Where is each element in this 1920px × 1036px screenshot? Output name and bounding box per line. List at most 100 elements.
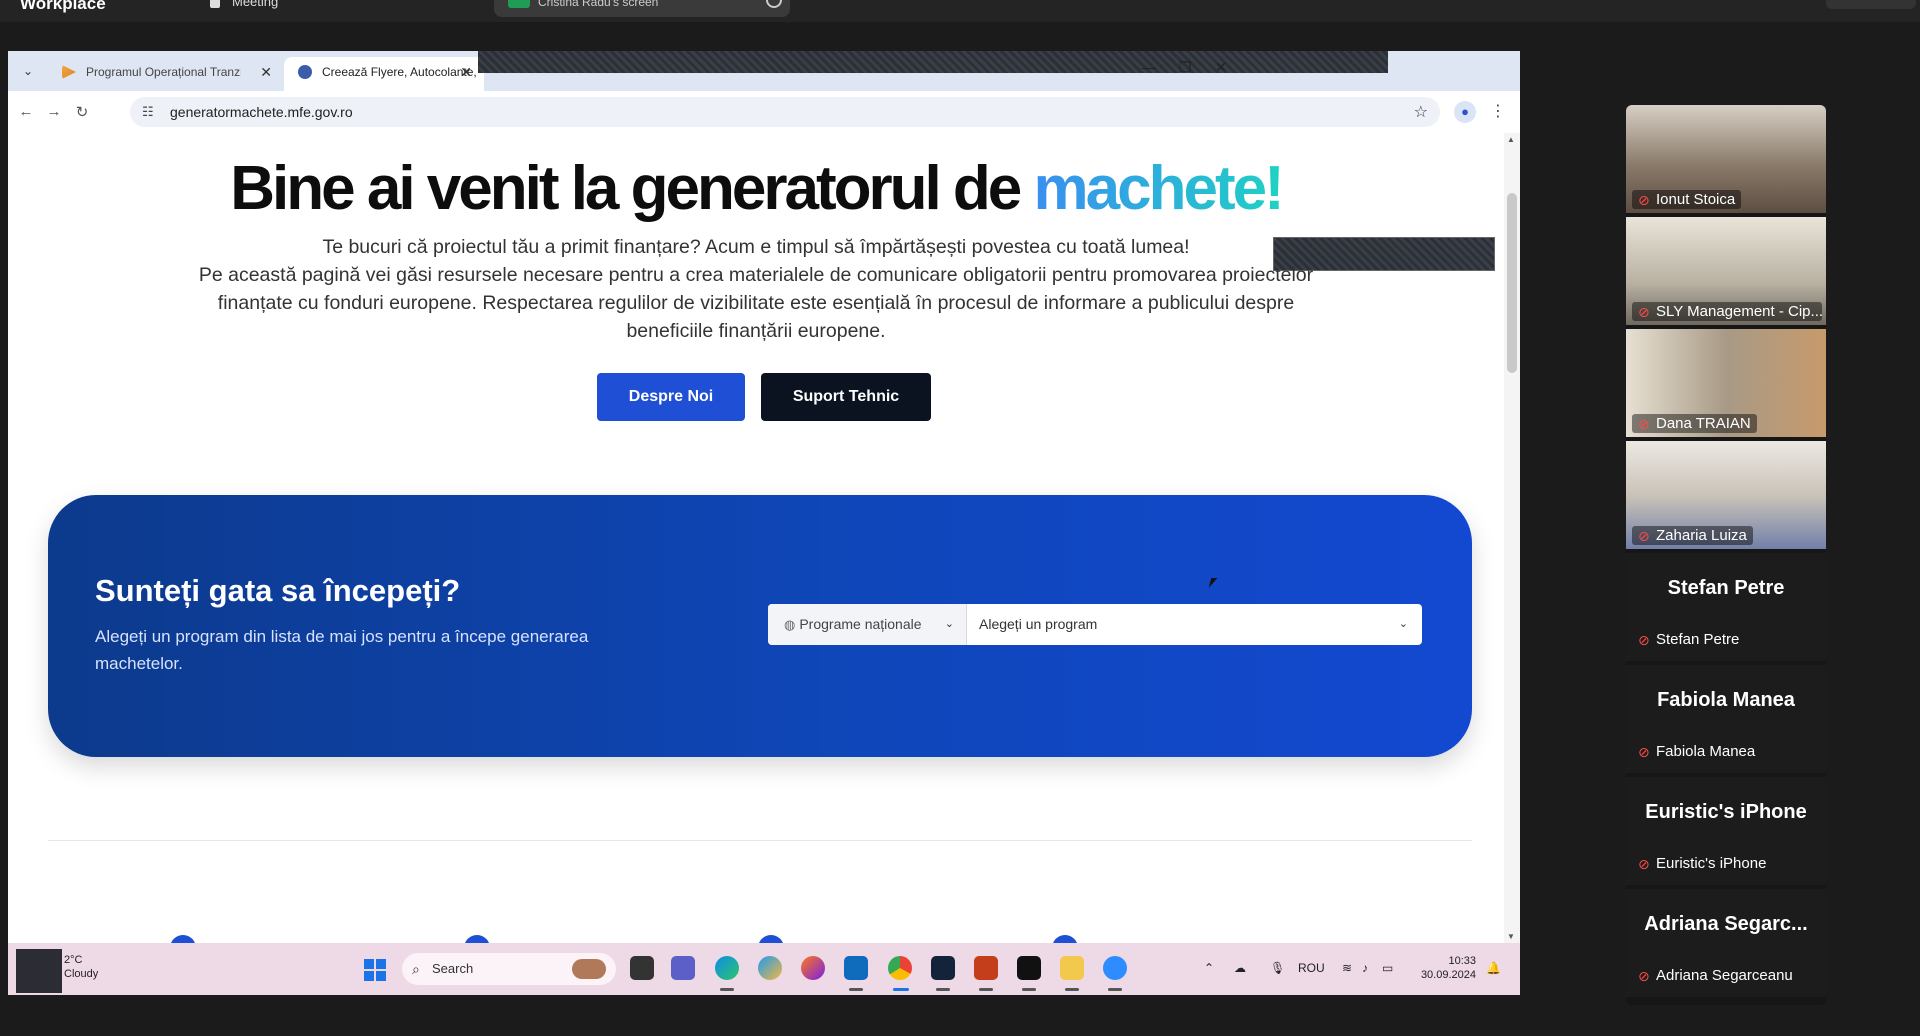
participant-tile[interactable]: Fabiola Manea ⊘ Fabiola Manea [1626,665,1826,775]
outlook-icon[interactable] [844,956,868,980]
workplace-app-icon[interactable] [931,956,955,980]
windows-taskbar: 2°C Cloudy ⌕ Search ⌃ ☁ 🎙 ROU ≋ ♪ ▭ 10:3… [8,943,1520,995]
restore-icon[interactable]: ❐ [1170,59,1200,76]
search-highlight-icon [572,959,606,979]
participant-tile[interactable]: Stefan Petre ⊘ Stefan Petre [1626,553,1826,663]
program-select[interactable]: Alegeți un program ⌄ [967,604,1422,645]
address-bar[interactable]: ☷ generatormachete.mfe.gov.ro ☆ [130,97,1440,127]
hero-line-2: Pe această pagină vei găsi resursele nec… [198,264,1314,342]
scroll-thumb[interactable] [1507,193,1517,373]
task-view-icon[interactable] [630,956,654,980]
workplace-right-control[interactable] [1826,0,1916,9]
search-icon: ⌕ [412,961,420,977]
running-indicator [849,988,863,991]
workplace-topbar: Workplace Meeting Cristina Radu's screen [0,0,1920,22]
language-indicator[interactable]: ROU [1298,961,1325,975]
weather-widget[interactable]: 2°C Cloudy [64,953,98,981]
minimize-icon[interactable]: — [1134,59,1164,75]
presenter-avatar [508,0,530,8]
back-icon[interactable]: ← [16,103,36,120]
feature-icon [464,935,490,943]
participants-panel: ⊘ Ionut Stoica ⊘ SLY Management - Cip... ⊘… [1626,105,1826,1005]
tab-close-icon[interactable]: ✕ [460,57,472,87]
weather-widget-icon[interactable] [16,949,62,993]
mic-muted-icon: ⊘ [1638,632,1650,648]
participant-name: ⊘ Zaharia Luiza [1632,526,1753,545]
web-page: Bine ai venit la generatorul de machete!… [8,133,1504,943]
notifications-icon[interactable]: 🔔 [1486,961,1501,975]
page-scrollbar[interactable]: ▲ ▼ [1504,133,1520,943]
workplace-title: Workplace [20,0,106,13]
hero-title: Bine ai venit la generatorul de machete! [8,153,1504,224]
scroll-down-icon[interactable]: ▼ [1507,932,1515,941]
onedrive-icon[interactable]: ☁ [1234,961,1246,975]
participant-tile[interactable]: Adriana Segarc... ⊘ Adriana Segarceanu [1626,889,1826,999]
screen-share-banner[interactable]: Cristina Radu's screen [494,0,790,17]
zoom-icon[interactable] [1103,956,1127,980]
desktop: Workplace Meeting Cristina Radu's screen… [0,0,1920,1036]
tray-overflow-icon[interactable]: ⌃ [1204,961,1214,975]
participant-name: ⊘ SLY Management - Cip... [1632,302,1822,321]
mic-muted-icon: ⊘ [1638,528,1650,544]
menu-kebab-icon[interactable]: ⋮ [1490,101,1506,121]
running-indicator [936,988,950,991]
volume-icon[interactable]: ♪ [1362,961,1368,975]
program-type-value: Programe naționale [799,616,922,632]
reload-icon[interactable]: ↻ [72,103,92,121]
participant-name: ⊘ Ionut Stoica [1632,190,1742,209]
participant-name-text: Fabiola Manea [1656,743,1756,760]
teams-icon[interactable] [671,956,695,980]
file-explorer-icon[interactable] [1060,956,1084,980]
powerpoint-icon[interactable] [974,956,998,980]
url-text: generatormachete.mfe.gov.ro [170,104,353,120]
battery-icon[interactable]: ▭ [1382,961,1393,975]
shared-screen: ⌄ Programul Operațional Tranziție Justă … [8,51,1520,995]
participant-tile[interactable]: ⊘ Zaharia Luiza [1626,441,1826,551]
scroll-up-icon[interactable]: ▲ [1507,135,1515,144]
despre-noi-button[interactable]: Despre Noi [597,373,745,421]
windows-start-icon[interactable] [364,959,386,981]
participant-name-text: Ionut Stoica [1656,191,1736,208]
running-indicator [1108,988,1122,991]
microphone-icon[interactable]: 🎙 [1270,961,1285,975]
mic-muted-icon: ⊘ [1638,304,1650,320]
chevron-down-icon: ⌄ [944,618,954,630]
share-status-icon[interactable] [766,0,782,8]
edge-icon[interactable] [715,956,739,980]
forward-icon[interactable]: → [44,103,64,120]
participant-tile[interactable]: Euristic's iPhone ⊘ Euristic's iPhone [1626,777,1826,887]
acrobat-icon[interactable] [1017,956,1041,980]
profile-icon[interactable]: ● [1454,101,1476,123]
feature-icon [758,935,784,943]
suport-tehnic-button[interactable]: Suport Tehnic [761,373,931,421]
program-type-select[interactable]: ◍ Programe naționale ⌄ [768,604,967,645]
mic-muted-icon: ⊘ [1638,744,1650,760]
meeting-indicator[interactable]: Meeting [210,0,278,9]
site-settings-icon[interactable]: ☷ [142,104,154,120]
meeting-label: Meeting [232,0,279,9]
participant-tile[interactable]: ⊘ Dana TRAIAN [1626,329,1826,439]
participant-tile[interactable]: ⊘ Ionut Stoica [1626,105,1826,215]
tab-programul-operational[interactable]: Programul Operațional Tranziție Justă ✕ [48,57,284,91]
wifi-icon[interactable]: ≋ [1342,961,1352,975]
browser-toolbar: ← → ↻ ☷ generatormachete.mfe.gov.ro ☆ ● … [8,91,1520,133]
tab-label: Creează Flyere, Autocolante, Pa [322,65,477,79]
chrome-icon[interactable] [888,956,912,980]
hero-line-1: Te bucuri că proiectul tău a primit fina… [322,236,1190,258]
tab-favicon-icon [298,65,312,79]
program-select-placeholder: Alegeți un program [979,616,1098,632]
edge-beta-icon[interactable] [758,956,782,980]
tab-genereaza-machete[interactable]: Creează Flyere, Autocolante, Pa ✕ [284,57,484,91]
participant-name-text: Dana TRAIAN [1656,415,1751,432]
clock-date: 30.09.2024 [1420,969,1476,981]
tab-search-icon[interactable]: ⌄ [15,59,41,83]
firefox-icon[interactable] [801,956,825,980]
tab-close-icon[interactable]: ✕ [260,57,272,87]
taskbar-search[interactable]: ⌕ Search [402,953,616,985]
running-indicator [893,988,909,991]
participant-tile[interactable]: ⊘ SLY Management - Cip... [1626,217,1826,327]
participant-name-text: Stefan Petre [1656,631,1740,648]
close-window-icon[interactable]: ✕ [1206,59,1236,76]
taskbar-clock[interactable]: 10:33 30.09.2024 [1418,954,1476,982]
bookmark-star-icon[interactable]: ☆ [1414,102,1428,122]
